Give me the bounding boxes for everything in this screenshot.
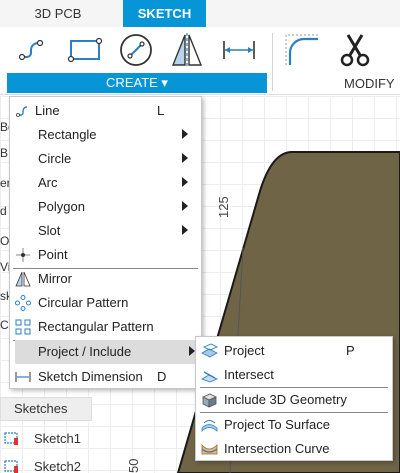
- submenu-item-label: Include 3D Geometry: [224, 392, 347, 407]
- submenu-item-project[interactable]: Project P: [196, 339, 392, 363]
- tab-3d-pcb[interactable]: 3D PCB: [20, 0, 96, 27]
- menu-item-label: Arc: [38, 175, 58, 190]
- menu-item-slot[interactable]: Slot: [10, 219, 201, 243]
- menu-item-label: Point: [38, 247, 68, 262]
- menu-item-sketch-dimension[interactable]: Sketch Dimension D: [10, 365, 201, 389]
- point-icon: [16, 248, 30, 262]
- sketch-icon: [4, 460, 18, 473]
- project-to-surface-icon: [201, 420, 218, 432]
- mirror-icon[interactable]: [168, 31, 206, 69]
- toolbar-separator: [272, 33, 273, 91]
- menu-item-label: Project / Include: [38, 344, 132, 359]
- submenu-arrow-icon: [182, 177, 188, 187]
- tab-sketch[interactable]: SKETCH: [123, 0, 206, 27]
- create-dropdown-menu: Line L Rectangle Circle Arc Polygon Slot…: [9, 96, 202, 389]
- submenu-arrow-icon: [182, 129, 188, 139]
- dimension-label-50: 50: [126, 458, 141, 473]
- intersect-icon: [201, 371, 218, 383]
- mirror-icon: [15, 271, 31, 287]
- submenu-item-intersection-curve[interactable]: Intersection Curve: [196, 437, 392, 461]
- sketch-item[interactable]: Sketch2: [0, 454, 96, 473]
- menu-item-mirror[interactable]: Mirror: [10, 267, 201, 291]
- browser-fragment: d: [0, 204, 7, 218]
- menu-item-label: Rectangle: [38, 127, 97, 142]
- submenu-item-label: Project: [224, 343, 265, 358]
- submenu-arrow-icon: [182, 225, 188, 235]
- menu-item-rectangle[interactable]: Rectangle: [10, 123, 201, 147]
- menu-item-label: Circular Pattern: [38, 295, 129, 310]
- create-menu-button[interactable]: CREATE ▾: [7, 73, 267, 93]
- modify-menu-button[interactable]: MODIFY: [344, 76, 400, 94]
- menu-item-label: Mirror: [38, 271, 72, 286]
- sketches-folder[interactable]: Sketches: [0, 397, 92, 421]
- line-icon[interactable]: [14, 31, 52, 69]
- rectangle-icon[interactable]: [66, 31, 104, 69]
- submenu-arrow-icon: [182, 153, 188, 163]
- submenu-item-intersect[interactable]: Intersect: [196, 363, 392, 387]
- fillet-icon[interactable]: [282, 31, 320, 69]
- menu-item-line[interactable]: Line L: [10, 99, 201, 123]
- circle-icon[interactable]: [117, 31, 155, 69]
- menu-item-label: Polygon: [38, 199, 85, 214]
- menu-item-label: Circle: [38, 151, 72, 166]
- workspace-tab-bar: 3D PCB SKETCH: [0, 0, 400, 27]
- menu-item-project-include[interactable]: Project / Include: [15, 340, 201, 364]
- include-3d-geometry-icon: [202, 393, 217, 408]
- sketch-toolbar: CREATE ▾ MODIFY: [0, 27, 400, 95]
- menu-item-point[interactable]: Point: [10, 243, 201, 267]
- menu-item-circle[interactable]: Circle: [10, 147, 201, 171]
- menu-item-shortcut: D: [157, 369, 167, 384]
- menu-item-arc[interactable]: Arc: [10, 171, 201, 195]
- project-icon: [201, 343, 218, 358]
- sketch-item[interactable]: Sketch1: [0, 426, 96, 452]
- scissors-icon[interactable]: [336, 31, 374, 69]
- sketch-dimension-icon: [15, 372, 31, 382]
- browser-fragment: B: [0, 146, 9, 160]
- menu-item-rectangular-pattern[interactable]: Rectangular Pattern: [10, 315, 201, 339]
- menu-item-shortcut: L: [157, 103, 165, 118]
- sketch-dimension-icon[interactable]: [220, 31, 258, 69]
- dimension-label-125: 125: [216, 196, 231, 218]
- submenu-item-project-to-surface[interactable]: Project To Surface: [196, 413, 392, 437]
- sketch-label: Sketch2: [34, 459, 81, 473]
- submenu-item-label: Intersect: [224, 367, 274, 382]
- submenu-item-include-3d-geometry[interactable]: Include 3D Geometry: [196, 388, 392, 412]
- rectangular-pattern-icon: [15, 319, 31, 335]
- menu-item-label: Line: [35, 103, 60, 118]
- sketch-icon: [4, 432, 18, 445]
- sketch-label: Sketch1: [34, 431, 81, 446]
- circular-pattern-icon: [15, 295, 31, 311]
- line-icon: [16, 106, 28, 117]
- submenu-item-shortcut: P: [346, 343, 355, 358]
- submenu-item-label: Project To Surface: [224, 417, 330, 432]
- menu-item-label: Rectangular Pattern: [38, 319, 154, 334]
- submenu-arrow-icon: [182, 201, 188, 211]
- intersection-curve-icon: [201, 443, 218, 455]
- menu-item-label: Sketch Dimension: [38, 369, 143, 384]
- project-include-submenu: Project P Intersect Include 3D Geometry …: [195, 336, 393, 461]
- menu-item-label: Slot: [38, 223, 61, 238]
- menu-item-polygon[interactable]: Polygon: [10, 195, 201, 219]
- menu-item-circular-pattern[interactable]: Circular Pattern: [10, 291, 201, 315]
- submenu-item-label: Intersection Curve: [224, 441, 330, 456]
